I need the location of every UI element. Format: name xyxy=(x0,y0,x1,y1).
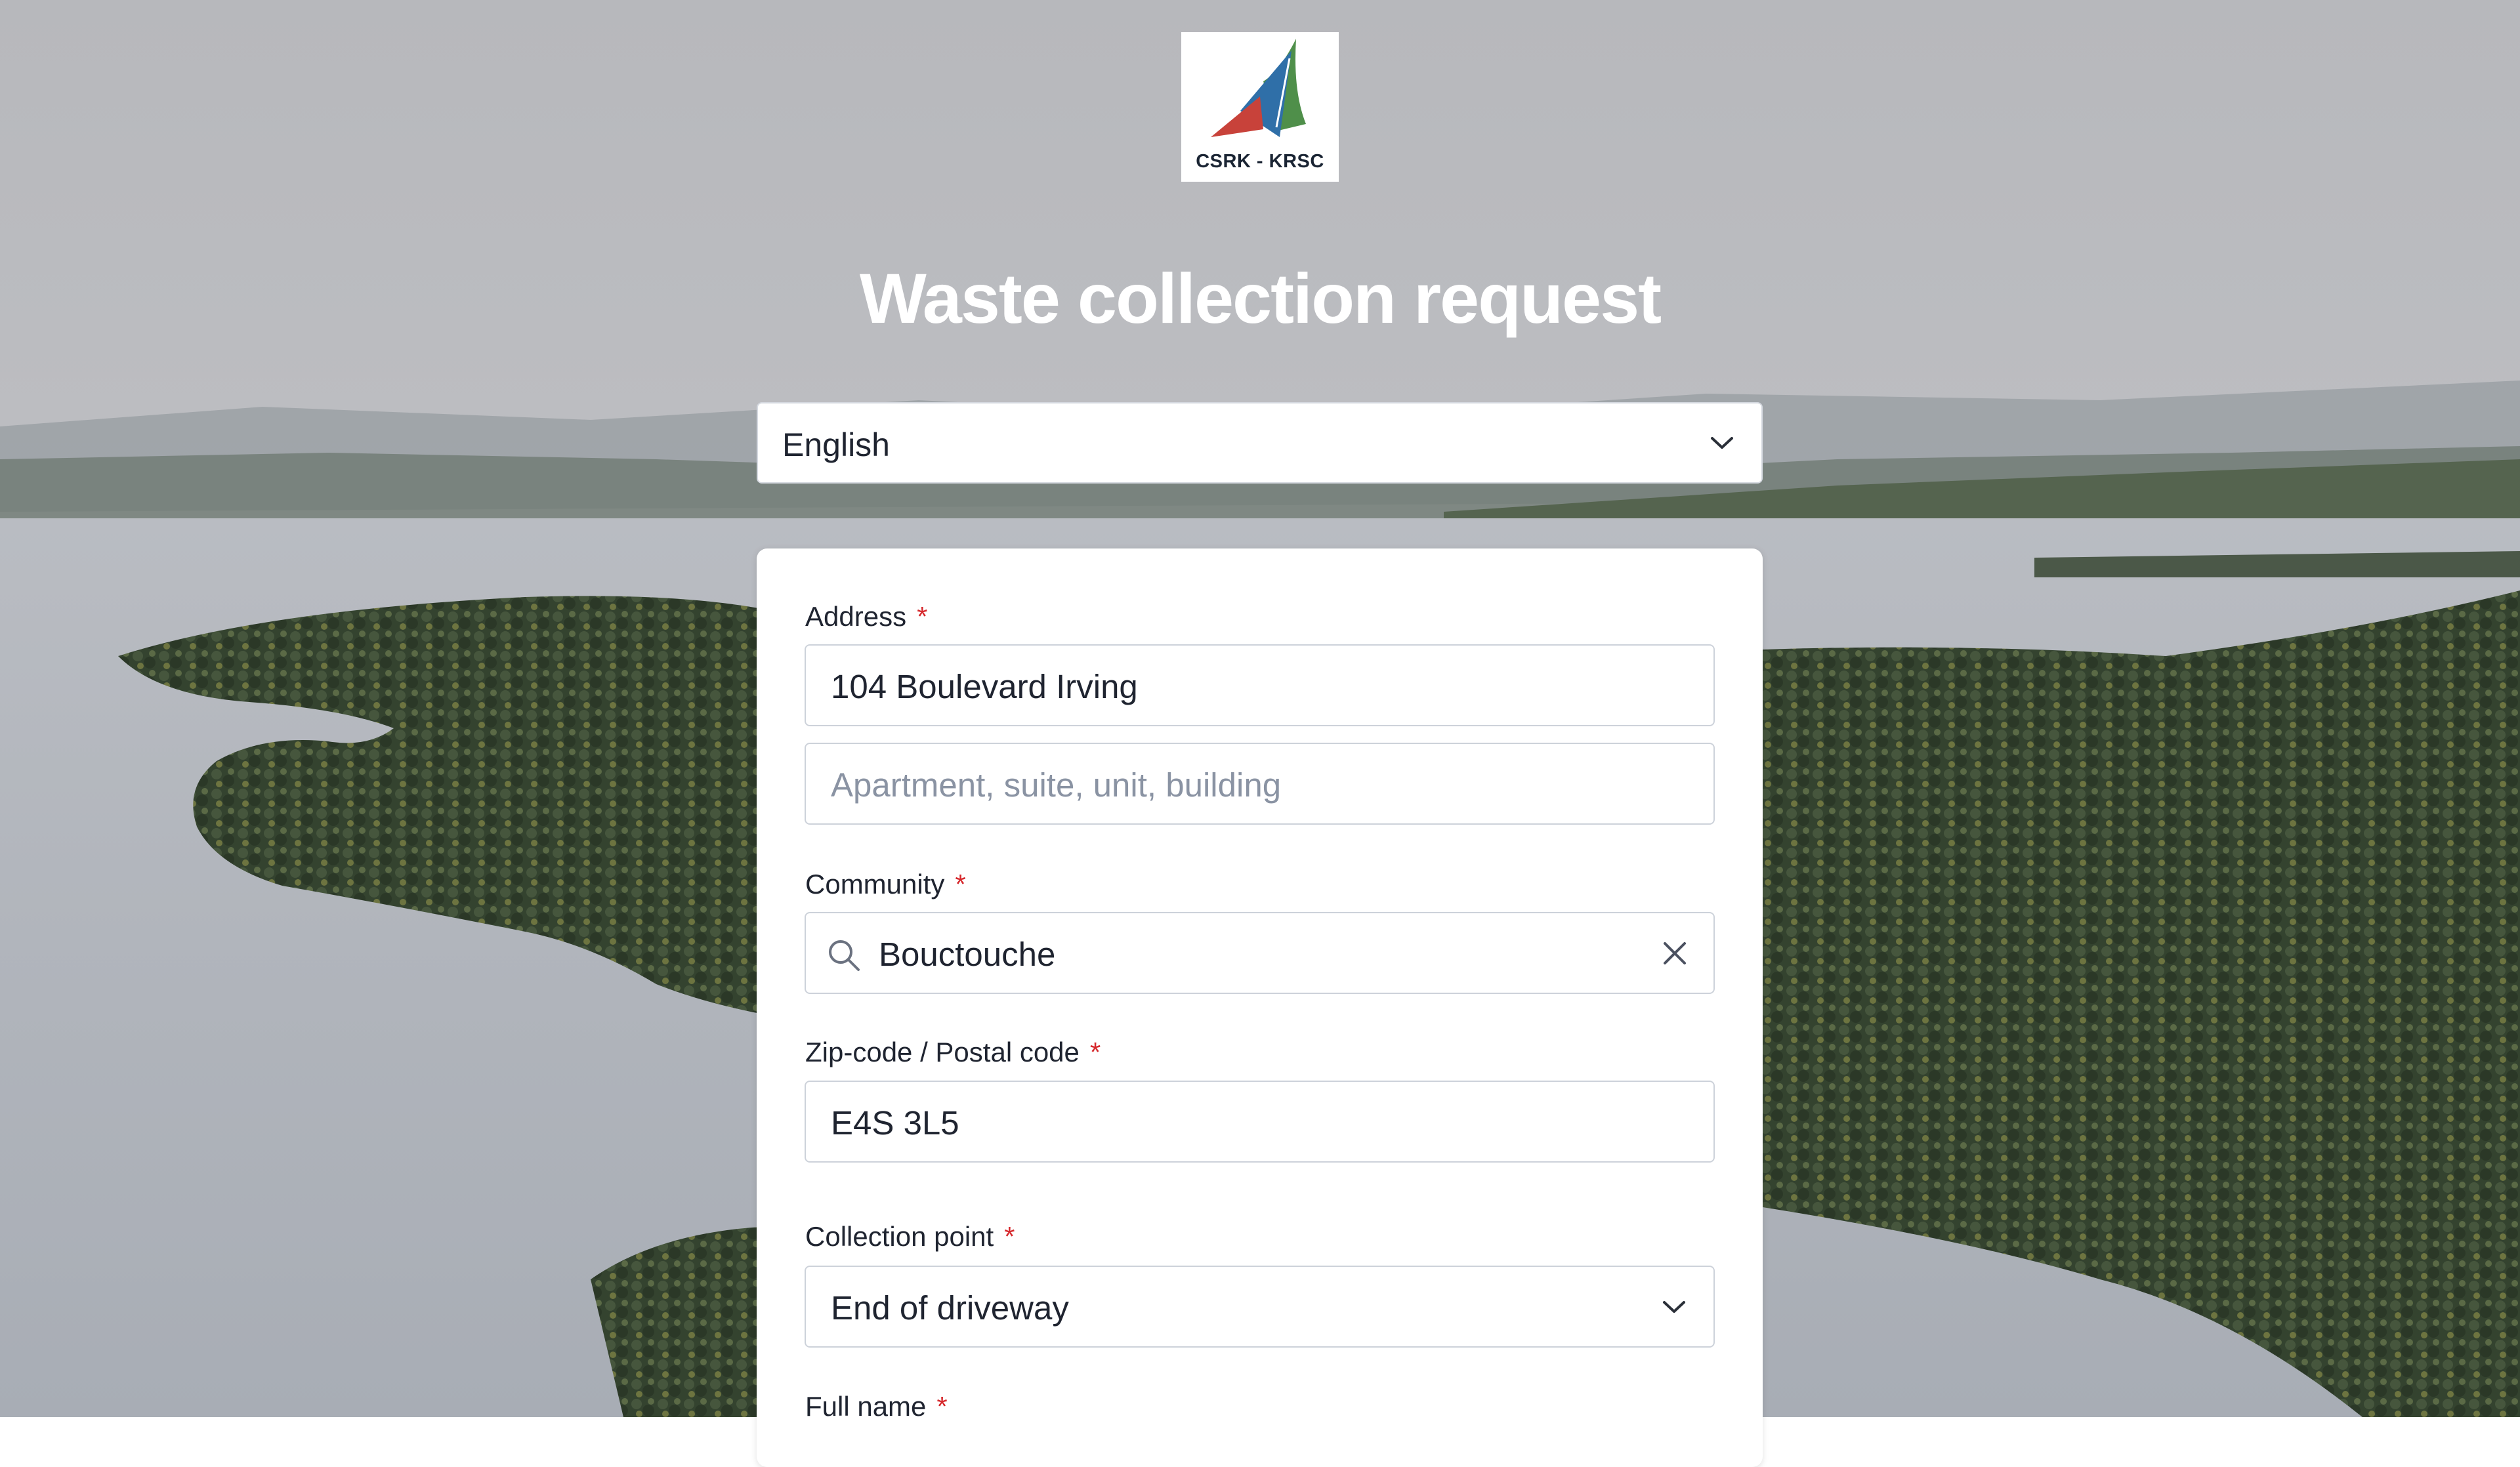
logo-text: CSRK - KRSC xyxy=(1196,151,1324,172)
address-line1-value: 104 Boulevard Irving xyxy=(831,668,1138,705)
postal-code-value: E4S 3L5 xyxy=(831,1104,959,1142)
request-form-card: Address * 104 Boulevard Irving Apartment,… xyxy=(757,548,1763,1467)
collection-point-value: End of driveway xyxy=(831,1289,1069,1327)
collection-point-select[interactable]: End of driveway xyxy=(805,1266,1715,1348)
chevron-down-icon xyxy=(1663,1300,1685,1313)
chevron-down-icon xyxy=(1711,437,1733,449)
address-line1-input[interactable]: 104 Boulevard Irving xyxy=(805,644,1715,726)
search-icon xyxy=(829,940,860,971)
required-asterisk: * xyxy=(917,601,928,632)
address-line2-input[interactable]: Apartment, suite, unit, building xyxy=(805,743,1715,825)
organization-logo: CSRK - KRSC xyxy=(1181,32,1339,182)
required-asterisk: * xyxy=(955,869,966,899)
postal-code-input[interactable]: E4S 3L5 xyxy=(805,1081,1715,1163)
address-line2-placeholder: Apartment, suite, unit, building xyxy=(831,766,1282,804)
logo-red-sail xyxy=(1211,96,1263,137)
close-icon[interactable] xyxy=(1661,940,1689,967)
full-name-label: Full name * xyxy=(805,1391,948,1422)
community-search-input[interactable]: Bouctouche xyxy=(805,912,1715,994)
postal-code-label: Zip-code / Postal code * xyxy=(805,1037,1101,1067)
page-title: Waste collection request xyxy=(859,258,1662,338)
required-asterisk: * xyxy=(1004,1221,1015,1252)
address-label: Address * xyxy=(805,601,928,632)
community-label: Community * xyxy=(805,869,966,899)
required-asterisk: * xyxy=(1089,1037,1101,1067)
collection-point-label: Collection point * xyxy=(805,1221,1015,1252)
language-select-value: English xyxy=(782,426,890,463)
language-select[interactable]: English xyxy=(757,402,1763,484)
community-value: Bouctouche xyxy=(879,936,1056,973)
